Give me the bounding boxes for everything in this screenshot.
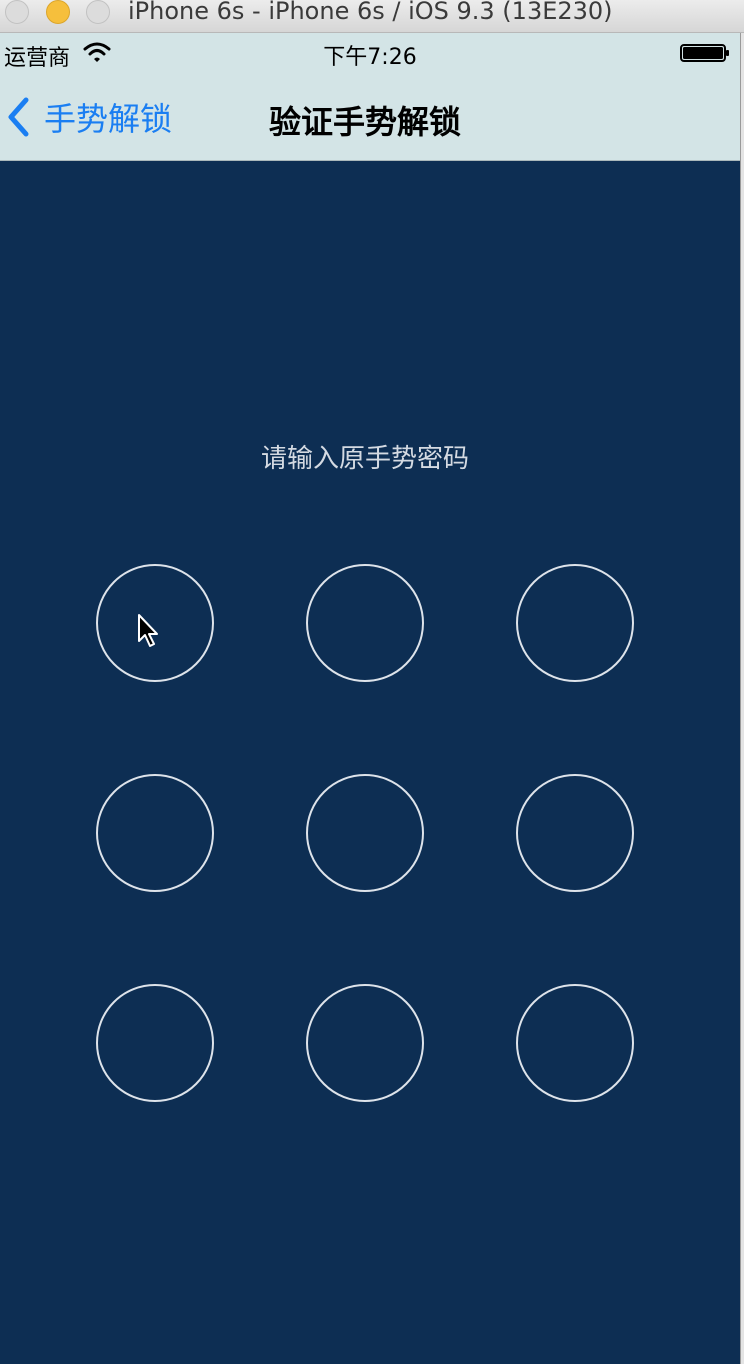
zoom-window-button[interactable] — [86, 0, 110, 24]
page-title: 验证手势解锁 — [268, 103, 461, 141]
gesture-unlock-screen: 请输入原手势密码 — [0, 161, 740, 1364]
simulator-window: iPhone 6s - iPhone 6s / iOS 9.3 (13E230)… — [0, 0, 744, 1364]
close-window-button[interactable] — [5, 0, 29, 24]
window-titlebar: iPhone 6s - iPhone 6s / iOS 9.3 (13E230) — [0, 0, 744, 33]
gesture-node-7[interactable] — [96, 984, 214, 1102]
ios-top-bar: 运营商 下午7:26 手势解锁 验证手势解锁 — [0, 33, 740, 161]
mouse-pointer-icon — [138, 614, 158, 647]
window-edge — [740, 33, 744, 1364]
battery-full-icon — [680, 44, 729, 62]
gesture-node-8[interactable] — [306, 984, 424, 1102]
gesture-node-3[interactable] — [516, 564, 634, 682]
gesture-node-6[interactable] — [516, 774, 634, 892]
minimize-window-button[interactable] — [46, 0, 70, 24]
gesture-node-4[interactable] — [96, 774, 214, 892]
window-title: iPhone 6s - iPhone 6s / iOS 9.3 (13E230) — [128, 0, 613, 25]
status-time: 下午7:26 — [323, 45, 417, 70]
gesture-prompt: 请输入原手势密码 — [260, 444, 469, 474]
gesture-node-5[interactable] — [306, 774, 424, 892]
gesture-node-9[interactable] — [516, 984, 634, 1102]
gesture-node-2[interactable] — [306, 564, 424, 682]
